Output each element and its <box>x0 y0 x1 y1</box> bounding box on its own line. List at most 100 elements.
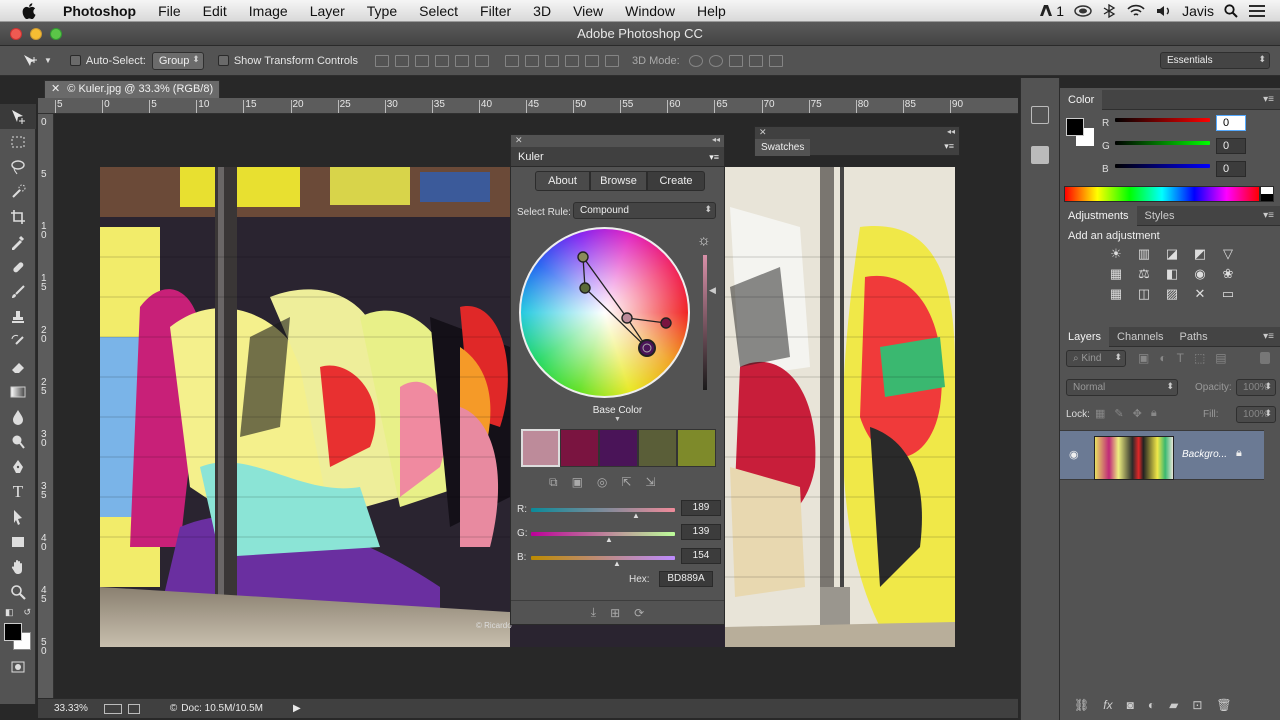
path-selection-tool-icon[interactable] <box>0 504 36 529</box>
color-g-slider[interactable] <box>1115 141 1210 145</box>
color-b-slider[interactable] <box>1115 164 1210 168</box>
dodge-tool-icon[interactable] <box>0 429 36 454</box>
new-group-icon[interactable]: ▰ <box>1169 698 1178 712</box>
3d-rotate-icon[interactable] <box>688 54 703 67</box>
swatches-panel-menu-icon[interactable]: ▾≡ <box>944 141 954 152</box>
kuler-tab-about[interactable]: About <box>535 171 590 191</box>
menu-view[interactable]: View <box>562 0 614 22</box>
channels-tab[interactable]: Channels <box>1109 327 1171 347</box>
menu-image[interactable]: Image <box>238 0 299 22</box>
zoom-window-button[interactable] <box>50 28 62 40</box>
color-panel-menu-icon[interactable]: ▾≡ <box>1263 94 1280 105</box>
color-balance-icon[interactable]: ⚖ <box>1132 266 1156 282</box>
align-bottom-icon[interactable] <box>414 54 429 67</box>
layers-tab[interactable]: Layers <box>1060 326 1110 347</box>
auto-select-dropdown[interactable]: Group <box>151 51 204 70</box>
menu-file[interactable]: File <box>147 0 192 22</box>
color-lookup-icon[interactable]: ▦ <box>1104 286 1128 302</box>
swatches-close-icon[interactable]: ✕ <box>759 127 767 138</box>
kuler-r-value[interactable]: 189 <box>681 500 721 516</box>
kuler-g-value[interactable]: 139 <box>681 524 721 540</box>
opacity-field[interactable]: 100% <box>1236 379 1276 396</box>
color-tab[interactable]: Color <box>1060 89 1103 110</box>
lock-position-icon[interactable]: ✥ <box>1133 407 1142 420</box>
adobe-status-icon[interactable]: 1 <box>1039 3 1064 19</box>
filter-shape-icon[interactable]: ⬚ <box>1194 351 1205 365</box>
menu-3d[interactable]: 3D <box>522 0 562 22</box>
spectrum-bw-block[interactable] <box>1260 186 1274 202</box>
menu-edit[interactable]: Edit <box>192 0 238 22</box>
add-to-swatches-icon[interactable]: ⊞ <box>610 606 620 620</box>
color-r-slider[interactable] <box>1115 118 1210 122</box>
kuler-g-slider[interactable] <box>531 532 675 536</box>
vibrance-icon[interactable]: ▽ <box>1216 246 1240 262</box>
black-white-icon[interactable]: ◧ <box>1160 266 1184 282</box>
align-left-icon[interactable] <box>434 54 449 67</box>
minimize-window-button[interactable] <box>30 28 42 40</box>
kuler-b-slider[interactable] <box>531 556 675 560</box>
select-rule-dropdown[interactable]: Compound <box>573 202 716 219</box>
hex-value[interactable]: BD889A <box>659 571 713 587</box>
kuler-tab-browse[interactable]: Browse <box>590 171 647 191</box>
distribute-hcenter-icon[interactable] <box>584 54 599 67</box>
brush-tool-icon[interactable] <box>0 279 36 304</box>
menu-filter[interactable]: Filter <box>469 0 522 22</box>
move-tool-icon[interactable] <box>0 104 36 129</box>
align-hcenter-icon[interactable] <box>454 54 469 67</box>
hue-saturation-icon[interactable]: ▦ <box>1104 266 1128 282</box>
lock-image-icon[interactable]: ✎ <box>1114 407 1123 420</box>
zoom-tool-icon[interactable] <box>0 579 36 604</box>
layer-kind-filter[interactable]: ⌕ Kind <box>1066 350 1126 367</box>
sync-icon[interactable] <box>1074 4 1092 17</box>
kuler-b-thumb[interactable]: ▲ <box>613 559 621 568</box>
align-top-icon[interactable] <box>374 54 389 67</box>
apple-icon[interactable] <box>20 2 38 20</box>
filter-type-icon[interactable]: T <box>1177 351 1184 365</box>
quick-selection-tool-icon[interactable] <box>0 179 36 204</box>
layers-panel-menu-icon[interactable]: ▾≡ <box>1263 331 1280 342</box>
status-menu-arrow-icon[interactable]: ▶ <box>293 703 301 714</box>
swatch-3[interactable] <box>599 429 638 467</box>
kuler-tab-create[interactable]: Create <box>647 171 705 191</box>
align-vcenter-icon[interactable] <box>394 54 409 67</box>
foreground-background-color-swatch[interactable] <box>0 620 35 654</box>
add-mask-icon[interactable]: ◙ <box>1127 698 1134 712</box>
rectangle-tool-icon[interactable] <box>0 529 36 554</box>
quick-mask-icon[interactable] <box>0 654 36 679</box>
menu-type[interactable]: Type <box>356 0 408 22</box>
3d-scale-icon[interactable] <box>768 54 783 67</box>
paths-tab[interactable]: Paths <box>1172 327 1216 347</box>
invert-icon[interactable]: ◫ <box>1132 286 1156 302</box>
eyedropper-tool-icon[interactable] <box>0 229 36 254</box>
spotlight-search-icon[interactable] <box>1224 3 1238 18</box>
channel-mixer-icon[interactable]: ❀ <box>1216 266 1240 282</box>
swatch-4[interactable] <box>638 429 677 467</box>
history-panel-icon[interactable] <box>1031 106 1049 124</box>
threshold-icon[interactable]: ✕ <box>1188 286 1212 302</box>
lasso-tool-icon[interactable] <box>0 154 36 179</box>
color-wheel[interactable] <box>519 227 690 398</box>
kuler-b-value[interactable]: 154 <box>681 548 721 564</box>
bluetooth-icon[interactable] <box>1102 3 1116 18</box>
photo-filter-icon[interactable]: ◉ <box>1188 266 1212 282</box>
exposure-icon[interactable]: ◩ <box>1188 246 1212 262</box>
harmony-markers[interactable] <box>521 229 692 400</box>
swatches-collapse-icon[interactable]: ◂◂ <box>947 127 955 136</box>
distribute-bottom-icon[interactable] <box>544 54 559 67</box>
lock-all-icon[interactable]: 🔒︎ <box>1151 407 1157 420</box>
color-panel-swatch[interactable] <box>1066 118 1096 148</box>
lock-transparent-icon[interactable]: ▦ <box>1095 407 1105 420</box>
layer-name[interactable]: Backgro... <box>1182 449 1227 460</box>
swatch-1[interactable] <box>521 429 560 467</box>
paste-color-icon[interactable]: ⇲ <box>645 475 655 490</box>
menu-app-name[interactable]: Photoshop <box>52 0 147 22</box>
distribute-vcenter-icon[interactable] <box>524 54 539 67</box>
upload-theme-icon[interactable]: ⟳ <box>634 606 644 620</box>
curves-icon[interactable]: ◪ <box>1160 246 1184 262</box>
color-b-value[interactable]: 0 <box>1216 161 1246 177</box>
kuler-g-thumb[interactable]: ▲ <box>605 535 613 544</box>
notification-list-icon[interactable] <box>1248 4 1266 18</box>
pen-tool-icon[interactable] <box>0 454 36 479</box>
kuler-collapse-icon[interactable]: ◂◂ <box>712 135 720 144</box>
properties-panel-icon[interactable] <box>1031 146 1049 164</box>
